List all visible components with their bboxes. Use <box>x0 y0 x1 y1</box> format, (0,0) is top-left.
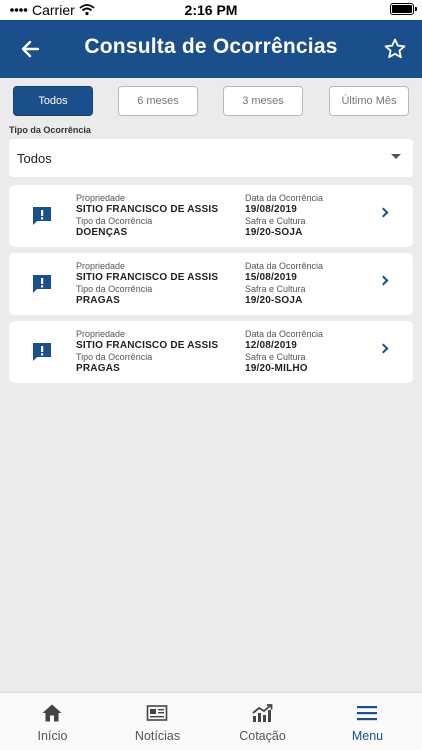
date-value: 15/08/2019 <box>245 272 298 283</box>
filter-all-button[interactable]: Todos <box>13 86 93 116</box>
page-title: Consulta de Ocorrências <box>84 35 338 58</box>
menu-icon <box>357 706 377 721</box>
chart-icon <box>252 704 273 722</box>
newspaper-icon <box>146 705 168 721</box>
tab-news[interactable]: Notícias <box>105 693 210 750</box>
date-label: Data da Ocorrência <box>245 193 324 203</box>
occurrence-card[interactable]: Propriedade SITIO FRANCISCO DE ASSIS Tip… <box>9 185 413 247</box>
bottom-tab-bar: Início Notícias Cotação Menu <box>0 692 422 750</box>
tab-menu-label: Menu <box>351 729 384 743</box>
harvest-label: Safra e Cultura <box>245 216 306 226</box>
alert-message-icon <box>33 275 51 293</box>
type-filter-select[interactable]: Todos <box>9 139 413 177</box>
chevron-right-icon <box>378 343 389 354</box>
type-filter-value: Todos <box>17 151 52 166</box>
tab-quotes[interactable]: Cotação <box>210 693 315 750</box>
harvest-value: 19/20-SOJA <box>245 227 303 238</box>
property-label: Propriedade <box>76 193 126 203</box>
property-label: Propriedade <box>76 329 126 339</box>
home-icon <box>42 704 62 722</box>
harvest-value: 19/20-SOJA <box>245 295 303 306</box>
harvest-value: 19/20-MILHO <box>245 363 308 374</box>
period-filter-group: Todos 6 meses 3 meses Último Mês <box>13 86 409 116</box>
tab-home-label: Início <box>37 729 68 743</box>
property-label: Propriedade <box>76 261 126 271</box>
battery-icon <box>390 3 417 15</box>
app-header: Consulta de Ocorrências <box>0 20 422 78</box>
harvest-label: Safra e Cultura <box>245 284 306 294</box>
chevron-right-icon <box>378 207 389 218</box>
tab-menu[interactable]: Menu <box>315 693 420 750</box>
date-label: Data da Ocorrência <box>245 329 324 339</box>
status-time: 2:16 PM <box>184 2 238 18</box>
chevron-right-icon <box>378 275 389 286</box>
alert-message-icon <box>33 343 51 361</box>
property-value: SITIO FRANCISCO DE ASSIS <box>76 272 219 283</box>
property-value: SITIO FRANCISCO DE ASSIS <box>76 340 219 351</box>
type-label: Tipo da Ocorrência <box>76 284 153 294</box>
property-value: SITIO FRANCISCO DE ASSIS <box>76 204 219 215</box>
type-filter-label: Tipo da Ocorrência <box>9 125 91 135</box>
filter-3-months-button[interactable]: 3 meses <box>223 86 303 116</box>
date-value: 19/08/2019 <box>245 204 298 215</box>
date-value: 12/08/2019 <box>245 340 298 351</box>
type-value: PRAGAS <box>76 363 120 374</box>
tab-quotes-label: Cotação <box>239 729 286 743</box>
star-icon <box>384 38 406 59</box>
tab-news-label: Notícias <box>134 729 181 743</box>
tab-home[interactable]: Início <box>0 693 105 750</box>
filter-last-month-button[interactable]: Último Mês <box>329 86 409 116</box>
occurrence-card[interactable]: Propriedade SITIO FRANCISCO DE ASSIS Tip… <box>9 253 413 315</box>
harvest-label: Safra e Cultura <box>245 352 306 362</box>
occurrence-card[interactable]: Propriedade SITIO FRANCISCO DE ASSIS Tip… <box>9 321 413 383</box>
type-label: Tipo da Ocorrência <box>76 352 153 362</box>
type-value: PRAGAS <box>76 295 120 306</box>
favorite-button[interactable] <box>380 34 410 64</box>
filter-6-months-button[interactable]: 6 meses <box>118 86 198 116</box>
alert-message-icon <box>33 207 51 225</box>
date-label: Data da Ocorrência <box>245 261 324 271</box>
caret-down-icon <box>391 154 401 159</box>
type-label: Tipo da Ocorrência <box>76 216 153 226</box>
type-value: DOENÇAS <box>76 227 128 238</box>
status-bar: Carrier 2:16 PM <box>0 0 422 20</box>
